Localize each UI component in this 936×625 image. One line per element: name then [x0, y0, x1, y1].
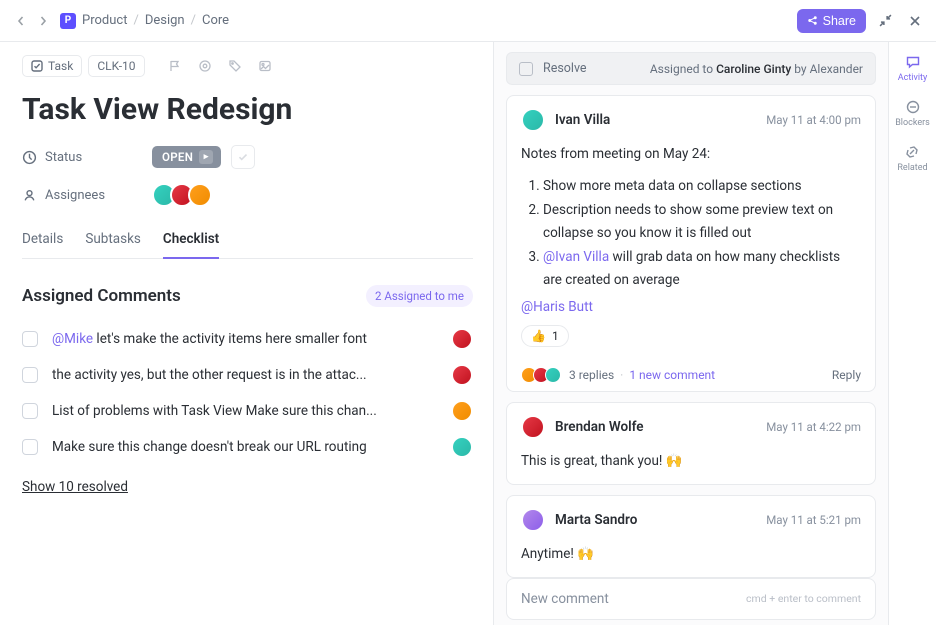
assigned-comments-title: Assigned Comments — [22, 286, 181, 306]
assigned-comment-row[interactable]: List of problems with Task View Make sur… — [22, 393, 473, 429]
chevron-right-icon: ▸ — [199, 150, 213, 164]
share-button[interactable]: Share — [797, 9, 866, 33]
mention[interactable]: @Mike — [52, 331, 93, 347]
assignees-label: Assignees — [22, 188, 152, 203]
status-label: Status — [22, 150, 152, 165]
flag-icon[interactable] — [163, 54, 187, 78]
row-text: List of problems with Task View Make sur… — [52, 403, 451, 419]
new-comment-input[interactable]: New comment cmd + enter to comment — [506, 578, 876, 620]
chat-icon — [905, 54, 921, 70]
check-icon — [31, 60, 43, 72]
avatar[interactable] — [521, 415, 545, 439]
breadcrumb-item[interactable]: Product — [82, 13, 127, 28]
breadcrumb-item[interactable]: Design — [145, 13, 185, 28]
resolve-label: Resolve — [543, 61, 587, 76]
tab-details[interactable]: Details — [22, 221, 63, 258]
assignees-avatars[interactable] — [152, 183, 212, 207]
blocker-icon — [905, 99, 921, 115]
comment-body: Notes from meeting on May 24: — [521, 144, 861, 165]
link-icon — [904, 144, 920, 160]
breadcrumb-item[interactable]: Core — [202, 13, 229, 28]
comment-list: Show more meta data on collapse sections… — [543, 175, 861, 293]
task-title[interactable]: Task View Redesign — [22, 92, 473, 127]
comment-author[interactable]: Ivan Villa — [555, 112, 610, 128]
avatar[interactable] — [451, 400, 473, 422]
avatar[interactable] — [188, 183, 212, 207]
comment-author[interactable]: Brendan Wolfe — [555, 419, 644, 435]
tab-checklist[interactable]: Checklist — [163, 221, 219, 259]
row-checkbox[interactable] — [22, 403, 38, 419]
tag-icon[interactable] — [223, 54, 247, 78]
comment-author[interactable]: Marta Sandro — [555, 512, 637, 528]
row-checkbox[interactable] — [22, 331, 38, 347]
task-id-chip[interactable]: CLK-10 — [88, 55, 144, 77]
assigned-comment-row[interactable]: Make sure this change doesn't break our … — [22, 429, 473, 465]
image-icon[interactable] — [253, 54, 277, 78]
minimize-icon[interactable] — [874, 10, 896, 32]
nav-back-button[interactable] — [10, 10, 32, 32]
row-checkbox[interactable] — [22, 439, 38, 455]
close-icon[interactable] — [904, 10, 926, 32]
status-icon — [22, 150, 37, 165]
resolve-checkbox[interactable] — [519, 62, 533, 76]
comment-body: This is great, thank you! 🙌 — [521, 451, 861, 472]
comment-time: May 11 at 4:22 pm — [766, 420, 861, 434]
resolve-bar: Resolve Assigned to Caroline Ginty by Al… — [506, 52, 876, 85]
assigned-to-me-badge[interactable]: 2 Assigned to me — [366, 285, 473, 307]
comment-card: Ivan Villa May 11 at 4:00 pm Notes from … — [506, 95, 876, 360]
row-text: Make sure this change doesn't break our … — [52, 439, 451, 455]
comment-time: May 11 at 4:00 pm — [766, 113, 861, 127]
person-icon — [22, 188, 37, 203]
rail-tab-related[interactable]: Related — [897, 144, 927, 173]
complete-checkbox[interactable] — [231, 145, 255, 169]
comment-card: Brendan Wolfe May 11 at 4:22 pm This is … — [506, 402, 876, 485]
mention[interactable]: @Haris Butt — [521, 299, 861, 315]
avatar[interactable] — [451, 328, 473, 350]
rail-tab-blockers[interactable]: Blockers — [895, 99, 930, 128]
assigned-comment-row[interactable]: @Mike let's make the activity items here… — [22, 321, 473, 357]
assigned-comment-row[interactable]: the activity yes, but the other request … — [22, 357, 473, 393]
comment-card: Marta Sandro May 11 at 5:21 pm Anytime! … — [506, 495, 876, 578]
reaction-button[interactable]: 👍 1 — [521, 325, 569, 347]
task-type-chip[interactable]: Task — [22, 55, 82, 77]
comment-body: Anytime! 🙌 — [521, 544, 861, 565]
show-resolved-link[interactable]: Show 10 resolved — [22, 479, 128, 495]
row-checkbox[interactable] — [22, 367, 38, 383]
breadcrumb: P Product / Design / Core — [60, 13, 229, 29]
new-comment-link[interactable]: 1 new comment — [629, 368, 715, 382]
reply-link[interactable]: Reply — [832, 368, 861, 382]
mention[interactable]: @Ivan Villa — [543, 249, 609, 265]
nav-forward-button[interactable] — [32, 10, 54, 32]
avatar — [545, 367, 561, 383]
tabs: Details Subtasks Checklist — [22, 221, 473, 259]
status-pill[interactable]: OPEN ▸ — [152, 146, 221, 168]
rail-tab-activity[interactable]: Activity — [898, 54, 927, 83]
row-text: the activity yes, but the other request … — [52, 367, 451, 383]
tab-subtasks[interactable]: Subtasks — [85, 221, 141, 258]
row-text: @Mike let's make the activity items here… — [52, 331, 451, 347]
replies-bar[interactable]: 3 replies · 1 new comment Reply — [506, 359, 876, 392]
sprint-icon[interactable] — [193, 54, 217, 78]
avatar[interactable] — [451, 436, 473, 458]
avatar[interactable] — [521, 108, 545, 132]
share-icon — [807, 15, 818, 26]
avatar[interactable] — [451, 364, 473, 386]
space-icon: P — [60, 13, 76, 29]
avatar[interactable] — [521, 508, 545, 532]
comment-time: May 11 at 5:21 pm — [766, 513, 861, 527]
